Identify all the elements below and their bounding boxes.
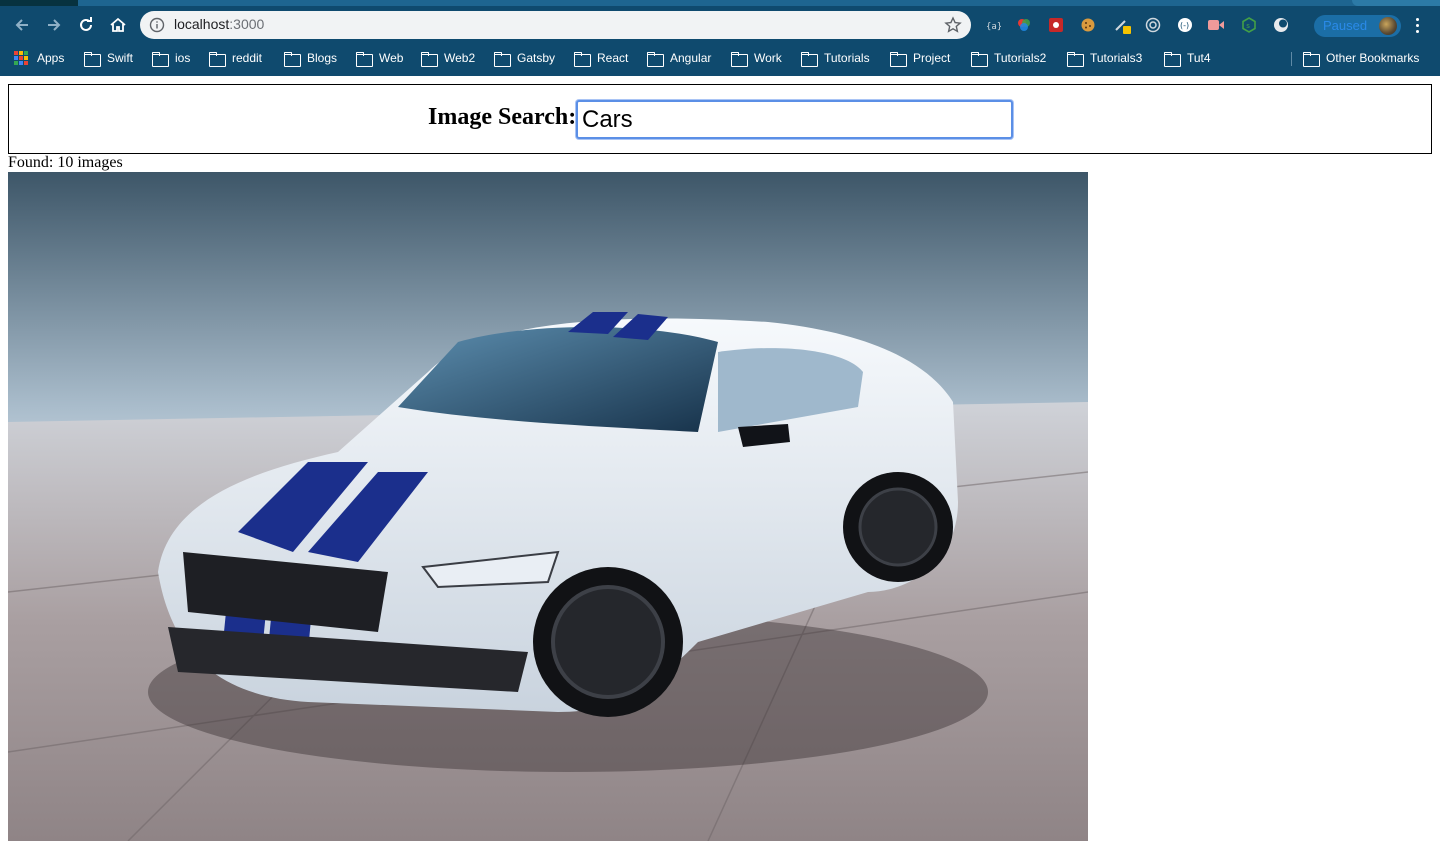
- bookmark-folder-web2[interactable]: Web2: [421, 48, 475, 68]
- bookmark-label: Project: [913, 51, 951, 65]
- site-info-icon[interactable]: [149, 17, 165, 33]
- bookmark-label: Web2: [444, 51, 476, 65]
- result-image[interactable]: [8, 172, 1088, 841]
- folder-icon: [494, 51, 511, 67]
- bookmark-folder-tutorials[interactable]: Tutorials: [801, 48, 870, 68]
- bookmark-label: Gatsby: [517, 51, 556, 65]
- search-form: Image Search:: [8, 84, 1432, 154]
- browser-chrome: localhost:3000 {a} (-) s Paused Apps Swi…: [0, 0, 1440, 76]
- bookmark-label: Work: [754, 51, 782, 65]
- home-icon: [110, 17, 126, 32]
- folder-icon: [209, 51, 226, 67]
- svg-text:(-): (-): [1180, 21, 1189, 30]
- folder-icon: [152, 51, 169, 67]
- arrow-left-icon: [15, 19, 28, 31]
- folder-icon: [84, 51, 101, 67]
- extension-link-icon[interactable]: (-): [1176, 16, 1194, 34]
- extension-red-square-icon[interactable]: [1047, 16, 1065, 34]
- home-button[interactable]: [103, 10, 133, 40]
- bookmark-label: React: [597, 51, 629, 65]
- bookmark-folder-reddit[interactable]: reddit: [209, 48, 262, 68]
- address-bar[interactable]: localhost:3000: [140, 11, 971, 39]
- bookmark-label: Tutorials: [824, 51, 870, 65]
- svg-text:s: s: [1246, 22, 1250, 30]
- bookmark-folder-tut4[interactable]: Tut4: [1164, 48, 1211, 68]
- bookmark-folder-tutorials3[interactable]: Tutorials3: [1067, 48, 1142, 68]
- bookmark-star-icon[interactable]: [944, 16, 962, 34]
- bookmark-label: Blogs: [307, 51, 338, 65]
- extension-target-icon[interactable]: [1144, 16, 1162, 34]
- folder-icon: [731, 51, 748, 67]
- bookmark-label: Tutorials3: [1090, 51, 1143, 65]
- bookmarks-divider: [1291, 52, 1292, 66]
- folder-icon: [890, 51, 907, 67]
- bookmark-folder-project[interactable]: Project: [890, 48, 950, 68]
- bookmark-label: Other Bookmarks: [1326, 51, 1420, 65]
- folder-icon: [1303, 51, 1320, 67]
- bookmarks-bar: Apps Swift ios reddit Blogs Web Web2 Gat…: [0, 44, 1440, 72]
- folder-icon: [284, 51, 301, 67]
- extension-cookie-icon[interactable]: [1079, 16, 1097, 34]
- profile-status: Paused: [1323, 18, 1368, 33]
- url-host: localhost: [174, 16, 230, 32]
- url-text: localhost:3000: [174, 16, 264, 32]
- folder-icon: [647, 51, 664, 67]
- bookmark-folder-blogs[interactable]: Blogs: [284, 48, 337, 68]
- extension-eyedropper-icon[interactable]: [1113, 16, 1131, 34]
- apps-grid-icon: [14, 51, 28, 65]
- search-label: Image Search:: [428, 104, 577, 130]
- extension-moon-icon[interactable]: [1272, 16, 1290, 34]
- bookmark-folder-react[interactable]: React: [574, 48, 628, 68]
- folder-icon: [1067, 51, 1084, 67]
- extension-json-icon[interactable]: {a}: [984, 16, 1002, 34]
- search-input[interactable]: [576, 100, 1013, 139]
- bookmark-label: Swift: [107, 51, 134, 65]
- bookmark-folder-ios[interactable]: ios: [152, 48, 190, 68]
- folder-icon: [574, 51, 591, 67]
- folder-icon: [971, 51, 988, 67]
- bookmark-label: Tutorials2: [994, 51, 1047, 65]
- bookmark-label: Web: [379, 51, 404, 65]
- bookmark-folder-gatsby[interactable]: Gatsby: [494, 48, 555, 68]
- back-button[interactable]: [7, 10, 37, 40]
- bookmark-label: Tut4: [1187, 51, 1211, 65]
- results-count: Found: 10 images: [8, 154, 123, 171]
- bookmark-folder-other[interactable]: Other Bookmarks: [1303, 48, 1419, 68]
- extension-node-icon[interactable]: s: [1240, 16, 1258, 34]
- bookmark-label: Apps: [37, 51, 65, 65]
- folder-icon: [421, 51, 438, 67]
- profile-button[interactable]: Paused: [1314, 15, 1401, 37]
- folder-icon: [356, 51, 373, 67]
- svg-text:{a}: {a}: [986, 22, 1001, 32]
- reload-icon: [80, 17, 92, 31]
- extension-colorpicker-icon[interactable]: [1015, 16, 1033, 34]
- arrow-right-icon: [48, 19, 61, 31]
- url-port: :3000: [229, 16, 265, 32]
- extension-video-icon[interactable]: [1207, 16, 1225, 34]
- avatar: [1379, 17, 1397, 35]
- browser-menu-icon[interactable]: [1409, 16, 1427, 34]
- browser-toolbar: localhost:3000 {a} (-) s Paused: [0, 6, 1440, 44]
- bookmark-folder-web[interactable]: Web: [356, 48, 403, 68]
- bookmark-folder-work[interactable]: Work: [731, 48, 782, 68]
- bookmark-label: Angular: [670, 51, 712, 65]
- bookmark-label: reddit: [232, 51, 263, 65]
- car-photo: [8, 172, 1088, 841]
- bookmark-folder-angular[interactable]: Angular: [647, 48, 711, 68]
- bookmark-folder-swift[interactable]: Swift: [84, 48, 133, 68]
- folder-icon: [801, 51, 818, 67]
- bookmark-apps[interactable]: Apps: [14, 48, 64, 68]
- reload-button[interactable]: [71, 10, 101, 40]
- bookmark-folder-tutorials2[interactable]: Tutorials2: [971, 48, 1046, 68]
- forward-button[interactable]: [39, 10, 69, 40]
- folder-icon: [1164, 51, 1181, 67]
- bookmark-label: ios: [175, 51, 191, 65]
